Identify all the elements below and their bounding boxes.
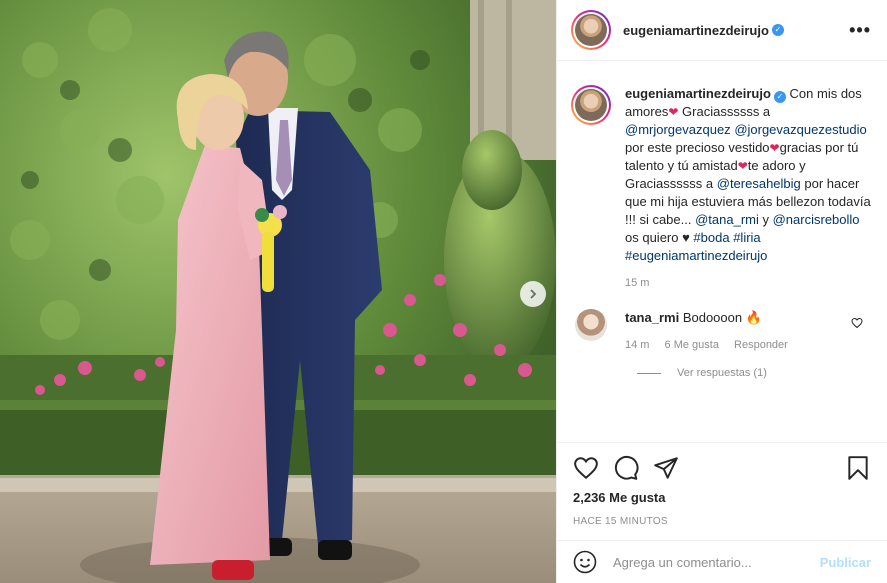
caption-time: 15 m [625, 277, 650, 289]
comment-body: tana_rmi Bodoooon 🔥 14 m 6 Me gusta Resp… [625, 309, 800, 351]
photo-image [0, 0, 556, 583]
post-side-panel: eugeniamartinezdeirujo ✓ ••• eugeniamart… [556, 0, 887, 583]
caption-text-segment: y [758, 212, 773, 227]
comment-input[interactable] [613, 554, 820, 570]
caption-tag-link[interactable]: @jorgevazquezestudio [734, 122, 866, 137]
comment-line: tana_rmi Bodoooon 🔥 [625, 309, 800, 327]
comment-meta: 14 m 6 Me gusta Responder [625, 339, 800, 351]
caption-tag-link[interactable]: #eugeniamartinezdeirujo [625, 248, 767, 263]
heart-emoji-icon: ❤ [769, 141, 780, 155]
view-replies-label: Ver respuestas (1) [677, 367, 767, 379]
chevron-right-icon [530, 289, 537, 299]
save-bookmark-icon[interactable] [845, 455, 871, 481]
caption-tag-link[interactable]: #liria [733, 230, 760, 245]
comment-like-heart-icon[interactable] [851, 317, 863, 329]
caption-text-segment: Graciassssss a [678, 104, 771, 119]
replies-divider [637, 372, 661, 374]
caption-tag-link[interactable]: @mrjorgevazquez [625, 122, 731, 137]
author-username[interactable]: eugeniamartinezdeirujo [623, 23, 769, 38]
caption: eugeniamartinezdeirujo ✓ Con mis dos amor… [571, 85, 871, 265]
comment-bubble-icon[interactable] [613, 455, 639, 481]
caption-username[interactable]: eugeniamartinezdeirujo [625, 86, 771, 101]
caption-verified-badge-icon: ✓ [773, 91, 786, 103]
caption-text-segment: por este precioso vestido [625, 140, 770, 155]
caption-tag-link[interactable]: @tana_rmi [695, 212, 759, 227]
caption-tag-link[interactable]: #boda [693, 230, 729, 245]
add-comment-bar: Publicar [557, 540, 887, 583]
likes-count[interactable]: 2,236 Me gusta [573, 490, 666, 505]
comments-area[interactable]: eugeniamartinezdeirujo ✓ Con mis dos amor… [557, 61, 887, 442]
like-heart-icon[interactable] [573, 455, 599, 481]
comment-time: 14 m [625, 339, 650, 351]
more-options-icon[interactable]: ••• [849, 21, 871, 39]
verified-badge-icon: ✓ [771, 24, 784, 36]
publish-button[interactable]: Publicar [820, 555, 871, 570]
comment-likes[interactable]: 6 Me gusta [665, 339, 719, 351]
caption-text-segment: os quiero ♥ [625, 230, 694, 245]
heart-emoji-icon: ❤ [737, 159, 748, 173]
author-avatar-frame [573, 12, 609, 48]
share-paper-plane-icon[interactable] [653, 455, 679, 481]
author-avatar[interactable] [571, 10, 611, 50]
action-bar [557, 442, 887, 496]
posted-time: HACE 15 MINUTOS [573, 516, 668, 527]
caption-author-avatar[interactable] [571, 85, 611, 125]
caption-text: eugeniamartinezdeirujo ✓ Con mis dos amor… [625, 85, 871, 265]
caption-avatar-image [575, 89, 607, 121]
next-photo-button[interactable] [520, 281, 546, 307]
commenter-username[interactable]: tana_rmi [625, 310, 679, 325]
author-avatar-image [575, 14, 607, 46]
heart-emoji-icon: ❤ [668, 105, 679, 119]
post-photo[interactable] [0, 0, 556, 583]
comment: tana_rmi Bodoooon 🔥 14 m 6 Me gusta Resp… [571, 309, 871, 351]
caption-body: Con mis dos amores❤ Graciassssss a @mrjo… [625, 86, 871, 263]
caption-tag-link[interactable]: @narcisrebollo [773, 212, 860, 227]
commenter-avatar[interactable] [575, 309, 607, 341]
view-replies[interactable]: Ver respuestas (1) [637, 367, 871, 379]
emoji-icon[interactable] [573, 550, 597, 574]
post-header: eugeniamartinezdeirujo ✓ ••• [557, 0, 887, 61]
caption-tag-link[interactable]: @teresahelbig [717, 176, 801, 191]
caption-avatar-frame [573, 87, 609, 123]
comment-reply-button[interactable]: Responder [734, 339, 788, 351]
comment-text: Bodoooon 🔥 [679, 310, 762, 325]
